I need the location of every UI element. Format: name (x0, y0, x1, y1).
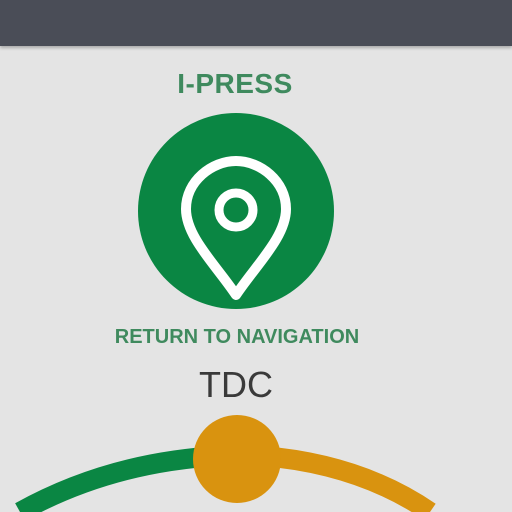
tdc-gauge[interactable] (0, 400, 512, 512)
return-to-navigation-button[interactable] (138, 113, 334, 309)
return-to-navigation-label[interactable]: RETURN TO NAVIGATION (0, 326, 474, 349)
gauge-handle (193, 415, 281, 503)
gauge-left-arc (15, 446, 221, 512)
app-title: I-PRESS (177, 68, 293, 99)
top-bar (0, 0, 512, 46)
gauge-right-arc (261, 446, 436, 512)
map-pin-icon (181, 156, 291, 300)
